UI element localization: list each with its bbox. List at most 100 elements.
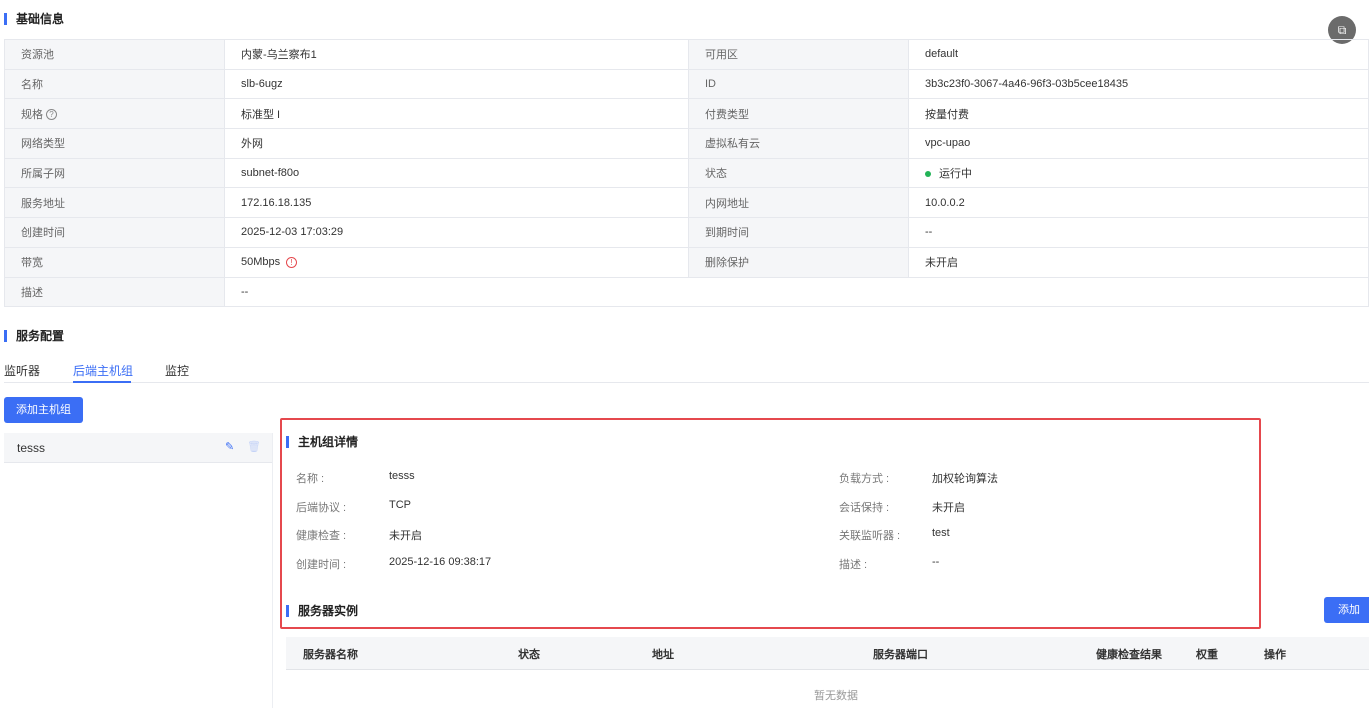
add-server-button[interactable]: 添加 xyxy=(1324,597,1369,623)
col-address: 地址 xyxy=(652,649,674,661)
info-label: 资源池 xyxy=(4,39,225,70)
col-status: 状态 xyxy=(518,649,540,661)
info-value-text: 2025-12-03 17:03:29 xyxy=(241,226,344,239)
tab-monitoring[interactable]: 监控 xyxy=(165,362,189,379)
tabs-divider xyxy=(4,382,1369,383)
info-value-text: 运行中 xyxy=(939,168,972,181)
info-value: 2025-12-03 17:03:29 xyxy=(224,217,689,248)
info-value-text: subnet-f80o xyxy=(241,167,300,180)
info-value: default xyxy=(908,39,1369,70)
basic-info-title: 基础信息 xyxy=(4,12,64,26)
detail-value: 加权轮询算法 xyxy=(932,473,998,485)
detail-label: 负载方式 : xyxy=(839,473,890,485)
info-label: 状态 xyxy=(688,157,909,189)
info-value-text: 10.0.0.2 xyxy=(925,196,965,209)
server-instances-title: 服务器实例 xyxy=(286,604,358,618)
panel-divider xyxy=(272,433,273,708)
info-value: 按量付费 xyxy=(908,98,1369,130)
info-value: 172.16.18.135 xyxy=(224,187,689,219)
info-label: 规格? xyxy=(4,98,225,130)
info-value-text: 50Mbps xyxy=(241,256,281,269)
add-host-group-button[interactable]: 添加主机组 xyxy=(4,397,83,423)
info-value-text: 外网 xyxy=(241,138,263,151)
help-icon[interactable]: ? xyxy=(46,109,57,121)
info-value: 3b3c23f0-3067-4a46-96f3-03b5cee18435 xyxy=(908,68,1369,100)
info-value: 内蒙-乌兰察布1 xyxy=(224,39,689,70)
info-label: 虚拟私有云 xyxy=(688,128,909,159)
service-config-title: 服务配置 xyxy=(4,329,64,343)
active-tab-indicator xyxy=(73,381,131,383)
info-label: ID xyxy=(688,68,909,100)
info-label: 名称 xyxy=(4,68,225,100)
info-label: 付费类型 xyxy=(688,98,909,130)
info-label: 服务地址 xyxy=(4,187,225,219)
info-value-text: 172.16.18.135 xyxy=(241,196,312,209)
info-value-text: vpc-upao xyxy=(925,137,971,150)
info-value: 50Mbps! xyxy=(224,246,689,278)
info-label-text: 规格 xyxy=(21,108,43,121)
info-label: 内网地址 xyxy=(688,187,909,219)
info-label: 到期时间 xyxy=(688,217,909,248)
info-value-text: 未开启 xyxy=(925,257,958,270)
translate-icon: ⧉ xyxy=(1337,23,1347,37)
info-value: slb-6ugz xyxy=(224,68,689,100)
col-server-port: 服务器端口 xyxy=(873,649,928,661)
info-value: subnet-f80o xyxy=(224,157,689,189)
info-row: 服务地址 172.16.18.135 内网地址 10.0.0.2 xyxy=(4,187,1369,219)
info-label: 所属子网 xyxy=(4,157,225,189)
col-weight: 权重 xyxy=(1196,649,1218,661)
group-detail-title: 主机组详情 xyxy=(286,435,358,449)
detail-label: 健康检查 : xyxy=(296,530,347,542)
info-value: 未开启 xyxy=(908,246,1369,278)
delete-icon[interactable]: 🗑 xyxy=(247,440,261,453)
col-health-result: 健康检查结果 xyxy=(1096,649,1162,661)
info-value: 外网 xyxy=(224,128,689,159)
col-server-name: 服务器名称 xyxy=(303,649,358,661)
detail-label: 创建时间 : xyxy=(296,559,347,571)
info-label: 带宽 xyxy=(4,246,225,278)
info-value-text: 按量付费 xyxy=(925,108,969,121)
detail-value: 2025-12-16 09:38:17 xyxy=(389,556,492,568)
info-label-text: 网络类型 xyxy=(21,138,65,151)
info-row: 规格? 标准型 I 付费类型 按量付费 xyxy=(4,98,1369,130)
info-value-text: 标准型 I xyxy=(241,108,281,121)
detail-value: test xyxy=(932,527,950,539)
info-value: -- xyxy=(908,217,1369,248)
detail-label: 关联监听器 : xyxy=(839,530,901,542)
info-row: 名称 slb-6ugz ID 3b3c23f0-3067-4a46-96f3-03b5… xyxy=(4,68,1369,100)
info-row: 网络类型 外网 虚拟私有云 vpc-upao xyxy=(4,128,1369,159)
info-label: 网络类型 xyxy=(4,128,225,159)
detail-value: tesss xyxy=(389,470,415,482)
info-row: 创建时间 2025-12-03 17:03:29 到期时间 -- xyxy=(4,217,1369,248)
info-label-text: 名称 xyxy=(21,79,43,92)
warning-icon[interactable]: ! xyxy=(286,256,298,268)
info-row: 资源池 内蒙-乌兰察布1 可用区 default xyxy=(4,39,1369,70)
info-value-text: 内蒙-乌兰察布1 xyxy=(241,49,317,62)
info-label-text: 描述 xyxy=(21,286,43,299)
detail-label: 后端协议 : xyxy=(296,502,347,514)
info-label-text: 创建时间 xyxy=(21,227,65,240)
edit-icon[interactable]: ✎ xyxy=(225,440,234,453)
detail-value: TCP xyxy=(389,499,411,511)
info-label-text: 所属子网 xyxy=(21,168,65,181)
tab-listeners[interactable]: 监听器 xyxy=(4,362,40,379)
info-value: 标准型 I xyxy=(224,98,689,130)
info-row: 带宽 50Mbps! 删除保护 未开启 xyxy=(4,246,1369,278)
info-row: 描述 -- xyxy=(4,276,1369,308)
detail-value: 未开启 xyxy=(389,530,422,542)
detail-label: 名称 : xyxy=(296,473,325,485)
info-row: 所属子网 subnet-f80o 状态 运行中 xyxy=(4,157,1369,189)
col-actions: 操作 xyxy=(1264,649,1286,661)
host-group-item[interactable]: tesss ✎ 🗑 xyxy=(4,433,272,463)
info-label-text: 资源池 xyxy=(21,49,54,62)
info-label: 删除保护 xyxy=(688,246,909,278)
highlight-box xyxy=(280,418,1261,629)
detail-label: 描述 : xyxy=(839,559,868,571)
tab-backend-groups[interactable]: 后端主机组 xyxy=(73,362,133,379)
info-value-text: default xyxy=(925,48,959,61)
info-value: -- xyxy=(224,276,1369,308)
info-label-text: 带宽 xyxy=(21,257,43,270)
host-group-name: tesss xyxy=(17,441,46,455)
detail-value: -- xyxy=(932,556,940,568)
status-dot-icon xyxy=(925,171,931,178)
